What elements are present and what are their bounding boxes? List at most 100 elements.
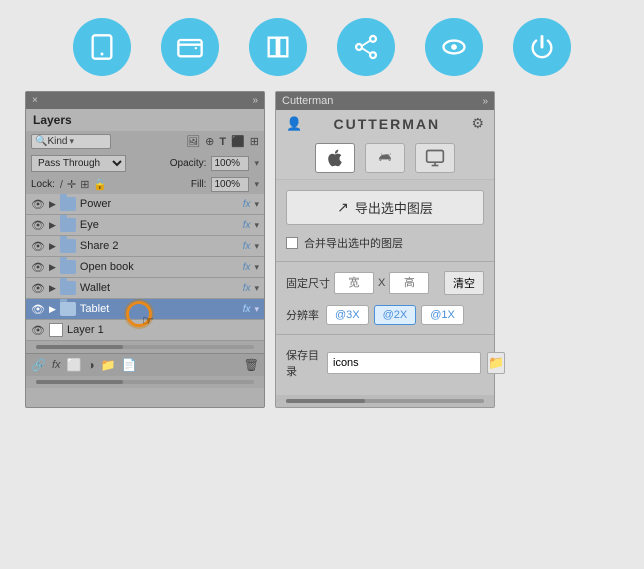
fx-label-openbook: fx xyxy=(243,262,251,273)
layer-name-power: Power xyxy=(80,198,239,210)
fill-arrow[interactable]: ▾ xyxy=(254,179,259,190)
book-icon-circle[interactable] xyxy=(249,18,307,76)
layer-arrow-share2[interactable]: ▾ xyxy=(254,241,259,252)
lock-fill-row: Lock: / ✛ ⊞ 🔒 Fill: ▾ xyxy=(26,175,264,194)
search-box[interactable]: 🔍 Kind ▾ xyxy=(31,134,111,149)
wallet-icon-circle[interactable] xyxy=(161,18,219,76)
layer-item-tablet[interactable]: 👁 ▶ Tablet fx ▾ ☞ xyxy=(26,299,264,320)
fill-input[interactable] xyxy=(211,177,249,192)
opacity-label: Opacity: xyxy=(170,158,207,169)
shape-filter-icon[interactable]: ⬛ xyxy=(231,135,245,148)
layers-bottom-scrollbar[interactable] xyxy=(36,380,254,384)
link-layers-icon[interactable]: 🔗 xyxy=(31,358,46,372)
cutterman-scrollbar[interactable] xyxy=(286,399,484,403)
res-3x-button[interactable]: @3X xyxy=(326,305,369,325)
merge-checkbox[interactable] xyxy=(286,237,298,249)
opacity-input[interactable] xyxy=(211,156,249,171)
lock-all-icon[interactable]: 🔒 xyxy=(93,178,107,191)
layer-name-wallet: Wallet xyxy=(80,282,239,294)
layer-item-power[interactable]: 👁 ▶ Power fx ▾ xyxy=(26,194,264,215)
lock-artboard-icon[interactable]: ⊞ xyxy=(80,178,89,191)
lock-label: Lock: xyxy=(31,179,55,190)
layer-arrow-tablet[interactable]: ▾ xyxy=(254,304,259,315)
eye-visibility-power[interactable]: 👁 xyxy=(31,197,45,211)
user-profile-icon[interactable]: 👤 xyxy=(286,116,302,132)
layers-search-bar: 🔍 Kind ▾ 🖼 ⊕ T ⬛ ⊞ xyxy=(26,131,264,152)
eye-visibility-eye[interactable]: 👁 xyxy=(31,218,45,232)
layer-item-layer1[interactable]: 👁 Layer 1 xyxy=(26,320,264,341)
eye-icon-circle[interactable] xyxy=(425,18,483,76)
export-icon: ↗ xyxy=(337,199,349,216)
blend-mode-select[interactable]: Pass Through xyxy=(31,155,126,172)
resolution-label: 分辨率 xyxy=(286,307,321,323)
layer-arrow-wallet[interactable]: ▾ xyxy=(254,283,259,294)
platform-tab-monitor[interactable] xyxy=(415,143,455,173)
expand-arrow-wallet[interactable]: ▶ xyxy=(49,283,56,294)
adjustment-icon[interactable]: ◑ xyxy=(87,358,94,372)
layer-item-eye[interactable]: 👁 ▶ Eye fx ▾ xyxy=(26,215,264,236)
size-label: 固定尺寸 xyxy=(286,275,330,291)
eye-visibility-wallet[interactable]: 👁 xyxy=(31,281,45,295)
layer-arrow-eye[interactable]: ▾ xyxy=(254,220,259,231)
new-layer-icon[interactable]: 📄 xyxy=(122,358,137,372)
eye-visibility-tablet[interactable]: 👁 xyxy=(31,302,45,316)
layers-filter-icons: 🖼 ⊕ T ⬛ ⊞ xyxy=(186,135,259,148)
layers-expand[interactable]: » xyxy=(252,95,258,106)
eye-visibility-openbook[interactable]: 👁 xyxy=(31,260,45,274)
settings-gear-icon[interactable]: ⚙ xyxy=(471,115,484,132)
folder-browse-button[interactable]: 📁 xyxy=(487,352,505,374)
layer-arrow-power[interactable]: ▾ xyxy=(254,199,259,210)
image-filter-icon[interactable]: 🖼 xyxy=(186,135,200,148)
folder-icon-share2 xyxy=(60,239,76,253)
layer-arrow-openbook[interactable]: ▾ xyxy=(254,262,259,273)
lock-icons-group: / ✛ ⊞ 🔒 xyxy=(60,178,107,191)
power-icon-circle[interactable] xyxy=(513,18,571,76)
adjust-filter-icon[interactable]: ⊕ xyxy=(205,135,214,148)
add-mask-icon[interactable]: ⬜ xyxy=(67,358,82,372)
fx-label-tablet: fx xyxy=(243,304,251,315)
lock-move-icon[interactable]: ✛ xyxy=(67,178,76,191)
layer-item-share2[interactable]: 👁 ▶ Share 2 fx ▾ xyxy=(26,236,264,257)
layer-item-wallet[interactable]: 👁 ▶ Wallet fx ▾ xyxy=(26,278,264,299)
size-row: 固定尺寸 X 清空 xyxy=(276,266,494,300)
clear-size-button[interactable]: 清空 xyxy=(444,271,484,295)
expand-arrow-tablet[interactable]: ▶ xyxy=(49,304,56,315)
savedir-input[interactable] xyxy=(327,352,481,374)
expand-arrow-eye[interactable]: ▶ xyxy=(49,220,56,231)
platform-tab-apple[interactable] xyxy=(315,143,355,173)
tablet-icon-circle[interactable] xyxy=(73,18,131,76)
layers-close[interactable]: × xyxy=(32,95,38,106)
expand-arrow-share2[interactable]: ▶ xyxy=(49,241,56,252)
add-fx-icon[interactable]: fx xyxy=(52,359,61,371)
width-input[interactable] xyxy=(334,272,374,294)
cutterman-header: 👤 CUTTERMAN ⚙ xyxy=(276,110,494,137)
layers-panel: × » Layers 🔍 Kind ▾ 🖼 ⊕ T ⬛ ⊞ Pass Throu… xyxy=(25,91,265,408)
eye-visibility-layer1[interactable]: 👁 xyxy=(31,323,45,337)
search-dropdown-arrow[interactable]: ▾ xyxy=(69,136,74,147)
merge-label: 合并导出选中的图层 xyxy=(304,235,403,251)
new-group-icon[interactable]: 📁 xyxy=(101,358,116,372)
eye-visibility-share2[interactable]: 👁 xyxy=(31,239,45,253)
layer-item-openbook[interactable]: 👁 ▶ Open book fx ▾ xyxy=(26,257,264,278)
expand-arrow-openbook[interactable]: ▶ xyxy=(49,262,56,273)
expand-arrow-power[interactable]: ▶ xyxy=(49,199,56,210)
opacity-arrow[interactable]: ▾ xyxy=(254,158,259,169)
height-input[interactable] xyxy=(389,272,429,294)
text-filter-icon[interactable]: T xyxy=(219,136,226,148)
share-icon-circle[interactable] xyxy=(337,18,395,76)
fx-label-wallet: fx xyxy=(243,283,251,294)
folder-icon-power xyxy=(60,197,76,211)
cutterman-expand[interactable]: » xyxy=(482,96,488,107)
res-1x-button[interactable]: @1X xyxy=(421,305,464,325)
res-2x-button[interactable]: @2X xyxy=(374,305,417,325)
smart-filter-icon[interactable]: ⊞ xyxy=(250,135,259,148)
fill-label: Fill: xyxy=(191,179,207,190)
layer-name-tablet: Tablet xyxy=(80,303,239,315)
export-selected-button[interactable]: ↗ 导出选中图层 xyxy=(286,190,484,225)
folder-icon-tablet xyxy=(60,302,76,316)
search-kind-icon: 🔍 xyxy=(35,136,47,147)
lock-transparent-icon[interactable]: / xyxy=(60,179,63,191)
layers-scrollbar[interactable] xyxy=(36,345,254,349)
platform-tab-android[interactable] xyxy=(365,143,405,173)
delete-layer-icon[interactable]: 🗑 xyxy=(244,358,259,372)
